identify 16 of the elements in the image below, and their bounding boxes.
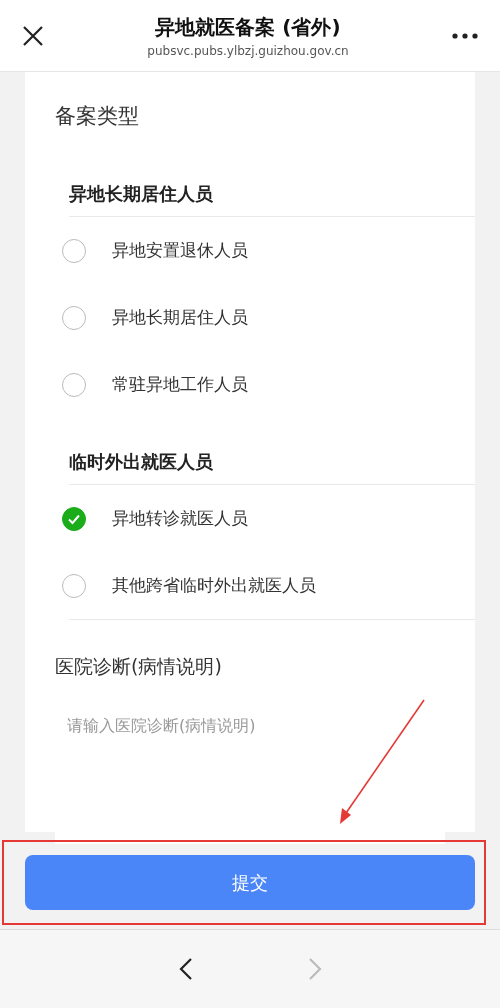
option-label: 异地安置退休人员 [112,239,248,262]
option-label: 常驻异地工作人员 [112,373,248,396]
radio-button[interactable] [62,506,86,531]
group-title: 临时外出就医人员 [68,450,214,474]
field-label: 医院诊断(病情说明) [54,654,223,679]
option-label: 异地转诊就医人员 [112,507,248,530]
option-label: 异地长期居住人员 [112,306,248,329]
section-label: 备案类型 [54,103,140,130]
more-icon[interactable] [452,32,478,39]
option-label: 其他跨省临时外出就医人员 [112,574,316,597]
back-icon[interactable] [178,957,193,981]
submit-button[interactable]: 提交 [25,855,475,910]
group-title: 异地长期居住人员 [68,182,214,206]
page-title: 异地就医备案 (省外) [154,13,342,41]
page-url: pubsvc.pubs.ylbzj.guizhou.gov.cn [146,43,350,58]
close-icon[interactable] [22,24,44,47]
